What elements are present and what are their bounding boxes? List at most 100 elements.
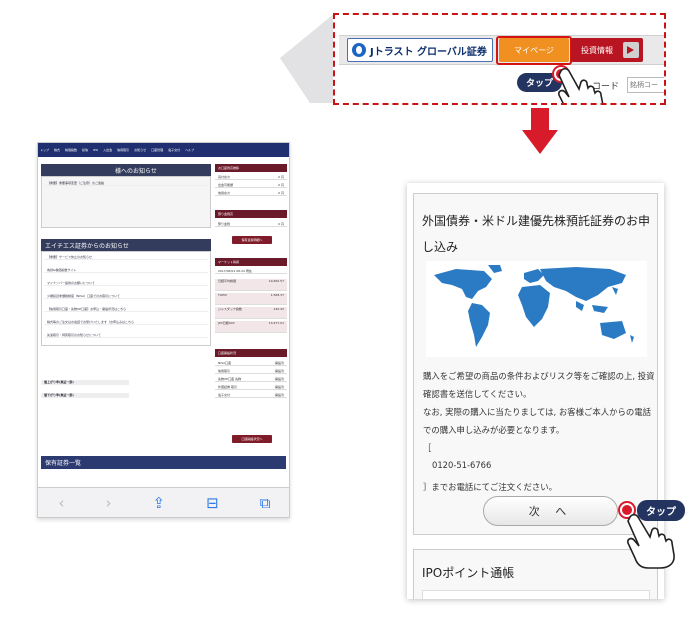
chevron-right-icon [623, 42, 639, 58]
nav-item[interactable]: 電子交付 [168, 148, 180, 152]
list-item[interactable]: 為替&株価指数サイト [44, 268, 208, 273]
side-buy-header: 預り金残高 [215, 210, 287, 218]
side-row: 買付余力 0 円 [215, 175, 287, 180]
nav-item[interactable]: 入出金 [103, 148, 112, 152]
nav-item[interactable]: 投信 [82, 148, 88, 152]
code-input[interactable] [627, 77, 664, 93]
market-row: ジャスダック指数 140.42 [215, 307, 287, 319]
market-date: 2017/06/01 08:24 現在 [215, 269, 287, 274]
nav-item[interactable]: 口座管理 [151, 148, 163, 152]
ranking-up[interactable]: 値上がり率(東証一部) [41, 380, 129, 385]
ipo-point-content [422, 590, 650, 599]
list-item[interactable]: 先渡取引・特別取引のお知らせについて [44, 333, 208, 338]
status-row-value: 開設済 [274, 369, 284, 373]
nav-item[interactable]: 株価指数 [65, 148, 77, 152]
bookmarks-icon[interactable]: ⊟ [206, 494, 219, 512]
market-row: 日経平均株価 19,650.57 [215, 279, 287, 291]
tabs-icon[interactable]: ⧉ [260, 494, 271, 512]
world-map-image [426, 261, 647, 357]
desc-line: での購入申し込みが必要となります。 [423, 425, 565, 435]
hand-pointer-icon [627, 513, 675, 569]
side-asset-header: お口座残高推移 [215, 164, 287, 172]
invest-info-button[interactable]: 投資情報 [571, 38, 643, 62]
site-logo[interactable]: Jトラスト グローバル証券 [347, 38, 493, 62]
code-search-row: コード [339, 75, 664, 99]
market-row-value: 140.42 [273, 307, 285, 311]
list-item[interactable]: 少額投資非課税制度（NISA）口座でのお取引について [44, 294, 208, 299]
forward-icon[interactable]: › [106, 494, 112, 512]
share-icon[interactable]: ⇪ [153, 494, 166, 512]
company-notice-title: エイチエス証券からのお知らせ [45, 243, 129, 250]
hand-pointer-icon [558, 67, 604, 103]
list-item[interactable]: 株式等のご注文はお電話でお受けいたします（お申込みはこちら [44, 320, 208, 325]
side-row-value: 0 円 [278, 222, 284, 226]
list-item[interactable]: マイナンバー提供のお願いについて [44, 281, 208, 286]
status-row-value: 開設済 [274, 361, 284, 365]
nav-item[interactable]: 信用取引 [117, 148, 129, 152]
notice-title: 様へのお知らせ [115, 168, 157, 175]
side-row: 出金可能額 0 円 [215, 183, 287, 188]
desc-line: なお, 実際の購入に当たりましては, お客様ご本人からの電話 [423, 407, 651, 417]
down-arrow-icon [522, 108, 558, 154]
notice-row[interactable]: 【重要】重要事項変更（ご注意）のご連絡 [44, 181, 208, 186]
list-item[interactable]: 【重要】サービス休止のお知らせ [44, 255, 208, 260]
status-row: 電子交付 開設済 [215, 393, 287, 398]
next-button[interactable]: 次 へ [483, 496, 618, 526]
mypage-highlight-frame [496, 36, 572, 65]
desc-line: 購入をご希望の商品の条件およびリスク等をご確認の上, 投資 [423, 371, 655, 381]
side-row: 信用余力 0 円 [215, 191, 287, 196]
market-row-label: ジャスダック指数 [218, 307, 242, 311]
list-item[interactable]: 【信用取引口座・先物OP口座】お申込・開設状況はこちら [44, 307, 208, 312]
status-header: 口座開設状況 [215, 349, 287, 357]
market-header: マーケット情報 [215, 258, 287, 266]
ranking-down[interactable]: 値下がり率(東証一部) [41, 393, 129, 398]
nav-item[interactable]: お知らせ [134, 148, 146, 152]
back-icon[interactable]: ‹ [59, 494, 65, 512]
status-row-value: 開設済 [274, 393, 284, 397]
nav-item[interactable]: 株式 [54, 148, 60, 152]
phone-number: 0120-51-6766 [432, 460, 492, 470]
status-row-label: 先物OP口座 先物 [218, 377, 242, 381]
side-row-value: 0 円 [278, 175, 284, 179]
market-row-label: JPX日経400 [218, 321, 235, 325]
header-bar: Jトラスト グローバル証券 マイページ 投資情報 [339, 35, 664, 65]
holdings-title: 保有証券一覧 [45, 460, 82, 467]
status-row: NISA口座 開設済 [215, 361, 287, 366]
status-row-label: 信用取引 [218, 369, 231, 373]
ipo-point-title: IPOポイント通帳 [422, 566, 515, 580]
holdings-header: 保有証券一覧 [41, 456, 286, 469]
status-row: 外国証券 取引 開設済 [215, 385, 287, 390]
zoom-callout-box: Jトラスト グローバル証券 マイページ 投資情報 コード タップ [333, 13, 666, 105]
market-row-label: 日経平均株価 [218, 279, 237, 283]
browser-toolbar: ‹ › ⇪ ⊟ ⧉ [38, 487, 289, 517]
nav-item[interactable]: ヘルプ [185, 148, 194, 152]
ipo-point-card: IPOポイント通帳 [413, 549, 658, 599]
application-card: 外国債券・米ドル建優先株預託証券のお申し込み 購入をご希望の商品の条件およびリス… [413, 193, 658, 535]
market-row: JPX日経400 13,977.01 [215, 321, 287, 333]
status-row: 信用取引 開設済 [215, 369, 287, 374]
application-title: 外国債券・米ドル建優先株預託証券のお申し込み [422, 214, 651, 254]
side-row-label: 出金可能額 [218, 183, 234, 187]
status-row-label: 外国証券 取引 [218, 385, 237, 389]
holdings-detail-button[interactable]: 保有資産明細へ [232, 236, 272, 244]
invest-info-label: 投資情報 [581, 45, 613, 55]
status-row-value: 開設済 [274, 377, 284, 381]
market-row-value: 1,568.37 [270, 293, 284, 297]
nav-item[interactable]: IPO [93, 148, 98, 152]
status-row-label: NISA口座 [218, 361, 232, 365]
market-date-text: 2017/06/01 08:24 現在 [218, 269, 252, 273]
status-row-value: 開設済 [274, 385, 284, 389]
account-status-button[interactable]: 口座開設状況へ [232, 435, 272, 443]
logo-text: Jトラスト グローバル証券 [370, 46, 487, 58]
nav-item[interactable]: トップ [40, 148, 49, 152]
top-nav: トップ 株式 株価指数 投信 IPO 入出金 信用取引 お知らせ 口座管理 電子… [38, 143, 289, 157]
market-row-label: TOPIX [218, 293, 227, 297]
desc-line: 確認書を送信してください。 [423, 389, 532, 399]
side-row-value: 0 円 [278, 191, 284, 195]
side-row-label: 預り金残 [218, 222, 231, 226]
desc-line: ［ [423, 443, 432, 453]
side-row: 預り金残 0 円 [215, 222, 287, 227]
side-row-label: 信用余力 [218, 191, 231, 195]
logo-icon [352, 43, 366, 57]
mypage-screenshot: トップ 株式 株価指数 投信 IPO 入出金 信用取引 お知らせ 口座管理 電子… [37, 142, 290, 518]
